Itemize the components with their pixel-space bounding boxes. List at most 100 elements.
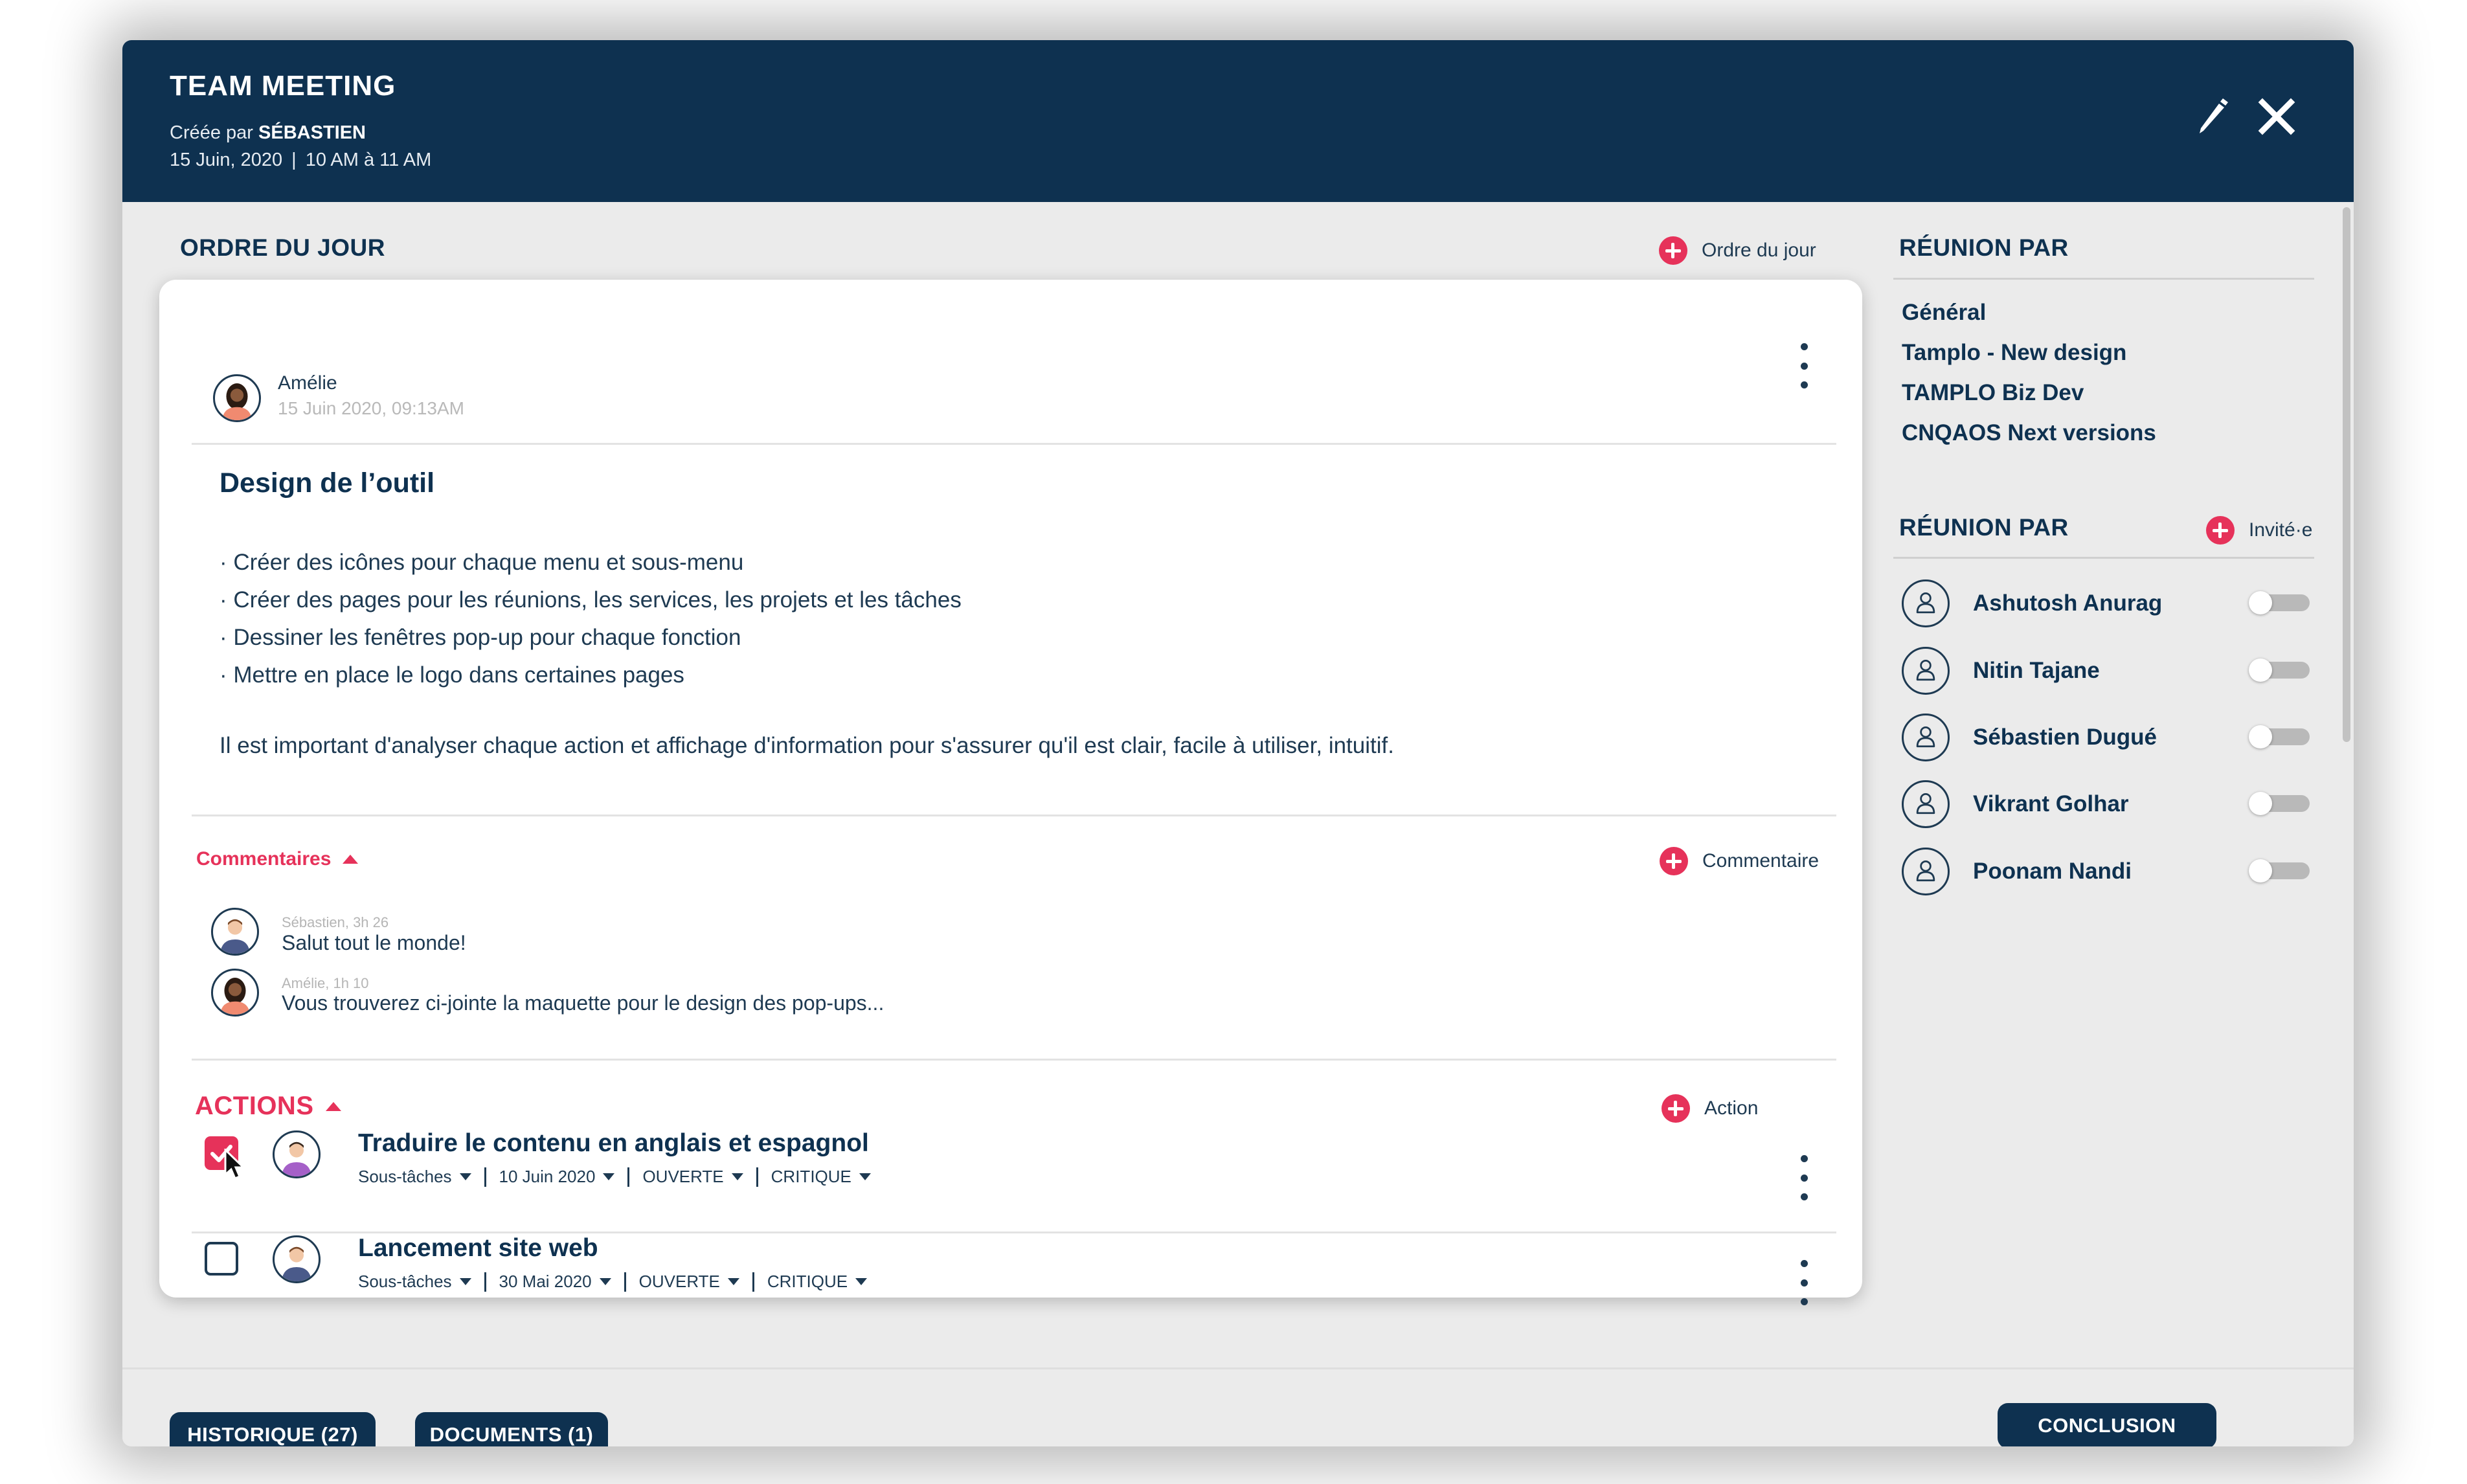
close-button[interactable]	[2256, 96, 2297, 137]
priority-dropdown[interactable]: CRITIQUE	[767, 1272, 868, 1292]
meeting-by-list: Général Tamplo - New design TAMPLO Biz D…	[1902, 293, 2156, 453]
comment-text: Salut tout le monde!	[282, 931, 466, 954]
conclusion-button[interactable]: CONCLUSION	[1998, 1403, 2216, 1446]
due-date-label: 10 Juin 2020	[499, 1167, 596, 1186]
modal-header: TEAM MEETING Créée par SÉBASTIEN 15 Juin…	[122, 40, 2354, 202]
participant-row: Ashutosh Anurag	[1902, 578, 2310, 629]
participant-name: Poonam Nandi	[1973, 859, 2132, 884]
actions-toggle[interactable]: ACTIONS	[195, 1092, 341, 1121]
subtasks-label: Sous-tâches	[358, 1167, 452, 1186]
plus-icon	[2206, 516, 2235, 545]
attendance-toggle[interactable]	[2249, 725, 2310, 748]
bullet-item: · Mettre en place le logo dans certaines…	[220, 662, 684, 688]
priority-label: CRITIQUE	[767, 1272, 848, 1291]
status-dropdown[interactable]: OUVERTE	[639, 1272, 739, 1292]
status-label: OUVERTE	[638, 1272, 720, 1291]
subtasks-label: Sous-tâches	[358, 1272, 452, 1291]
meta-separator	[752, 1272, 754, 1292]
agenda-note: Il est important d'analyser chaque actio…	[220, 733, 1394, 758]
participant-row: Poonam Nandi	[1902, 846, 2310, 897]
bullet-item: · Créer des pages pour les réunions, les…	[220, 587, 962, 613]
divider	[1893, 557, 2314, 559]
participant-row: Vikrant Golhar	[1902, 778, 2310, 830]
meeting-meta: Créée par SÉBASTIEN 15 Juin, 2020 | 10 AM …	[170, 119, 431, 174]
plus-icon	[1659, 236, 1687, 265]
avatar	[211, 908, 259, 956]
caret-down-icon	[603, 1173, 615, 1180]
meeting-by-item[interactable]: TAMPLO Biz Dev	[1902, 373, 2156, 413]
due-date-label: 30 Mai 2020	[499, 1272, 592, 1291]
avatar-assignee-icon	[282, 1141, 311, 1176]
meta-separator	[756, 1167, 758, 1187]
agenda-item-title: Design de l’outil	[220, 467, 435, 499]
avatar	[213, 374, 261, 422]
due-date-dropdown[interactable]: 10 Juin 2020	[499, 1167, 615, 1187]
creator-name: SÉBASTIEN	[258, 122, 366, 143]
invite-button[interactable]: Invité·e	[2206, 516, 2312, 545]
comment-meta: Sébastien, 3h 26	[282, 914, 389, 930]
comment-meta: Amélie, 1h 10	[282, 975, 369, 991]
due-date-dropdown[interactable]: 30 Mai 2020	[499, 1272, 611, 1292]
created-by: Créée par SÉBASTIEN	[170, 119, 431, 146]
avatar-amelie-icon	[222, 383, 252, 420]
agenda-section-title: ORDRE DU JOUR	[180, 234, 385, 261]
collapse-arrow-icon	[343, 855, 359, 864]
meeting-date: 15 Juin, 2020	[170, 150, 283, 170]
meeting-modal: TEAM MEETING Créée par SÉBASTIEN 15 Juin…	[122, 40, 2354, 1446]
meta-separator: |	[291, 150, 297, 170]
meta-separator	[484, 1272, 486, 1292]
agenda-author-date: 15 Juin 2020, 09:13AM	[278, 398, 464, 418]
avatar	[273, 1235, 321, 1283]
pencil-icon	[2200, 98, 2228, 133]
more-options-icon[interactable]	[1794, 1260, 1814, 1305]
caret-down-icon	[855, 1278, 868, 1285]
priority-dropdown[interactable]: CRITIQUE	[771, 1167, 871, 1187]
agenda-card: Amélie 15 Juin 2020, 09:13AM Design de l…	[159, 280, 1862, 1305]
user-icon	[1902, 780, 1950, 828]
meeting-by-item[interactable]: Tamplo - New design	[1902, 333, 2156, 373]
add-comment-button[interactable]: Commentaire	[1660, 847, 1819, 875]
history-button[interactable]: HISTORIQUE (27)	[170, 1412, 376, 1446]
meeting-by-item[interactable]: CNQAOS Next versions	[1902, 413, 2156, 453]
caret-down-icon	[599, 1278, 611, 1285]
plus-icon	[1660, 847, 1688, 875]
task-checkbox[interactable]	[205, 1242, 238, 1276]
attendance-toggle[interactable]	[2249, 792, 2310, 815]
add-agenda-button[interactable]: Ordre du jour	[1659, 236, 1816, 265]
close-icon	[2258, 98, 2295, 135]
attendance-toggle[interactable]	[2249, 658, 2310, 682]
more-options-icon[interactable]	[1794, 1155, 1814, 1200]
user-icon	[1902, 647, 1950, 695]
task-meta: Sous-tâches 30 Mai 2020 OUVERTE CRITIQUE	[358, 1272, 868, 1292]
actions-label: ACTIONS	[195, 1092, 314, 1120]
status-label: OUVERTE	[642, 1167, 724, 1186]
comment-text: Vous trouverez ci-jointe la maquette pou…	[282, 991, 884, 1015]
meta-separator	[627, 1167, 630, 1187]
scrollbar-thumb[interactable]	[2343, 207, 2350, 742]
add-action-button[interactable]: Action	[1662, 1094, 1758, 1123]
add-agenda-label: Ordre du jour	[1702, 240, 1816, 261]
user-icon	[1902, 848, 1950, 895]
subtasks-dropdown[interactable]: Sous-tâches	[358, 1167, 471, 1187]
avatar-sebastien-icon	[220, 919, 250, 954]
comments-toggle[interactable]: Commentaires	[196, 848, 359, 870]
caret-down-icon	[727, 1278, 739, 1285]
task-title[interactable]: Lancement site web	[358, 1234, 598, 1263]
attendance-toggle[interactable]	[2249, 859, 2310, 883]
task-title[interactable]: Traduire le contenu en anglais et espagn…	[358, 1129, 869, 1158]
subtasks-dropdown[interactable]: Sous-tâches	[358, 1272, 471, 1292]
avatar-amelie-icon	[220, 978, 250, 1015]
participant-name: Nitin Tajane	[1973, 658, 2100, 683]
participant-row: Nitin Tajane	[1902, 645, 2310, 697]
mouse-cursor-icon	[224, 1149, 246, 1180]
created-by-prefix: Créée par	[170, 122, 253, 143]
edit-button[interactable]	[2194, 97, 2233, 136]
status-dropdown[interactable]: OUVERTE	[642, 1167, 743, 1187]
divider	[192, 443, 1836, 445]
caret-down-icon	[459, 1173, 471, 1180]
more-options-icon[interactable]	[1794, 343, 1814, 388]
documents-button[interactable]: DOCUMENTS (1)	[415, 1412, 608, 1446]
meeting-by-item[interactable]: Général	[1902, 293, 2156, 333]
attendance-toggle[interactable]	[2249, 591, 2310, 614]
modal-footer: HISTORIQUE (27) DOCUMENTS (1) CONCLUSION	[122, 1367, 2354, 1446]
